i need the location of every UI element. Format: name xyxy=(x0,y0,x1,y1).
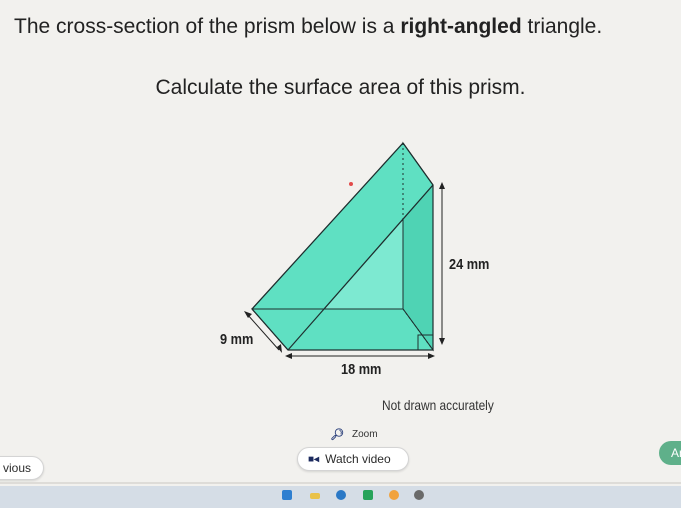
watch-video-label: Watch video xyxy=(325,452,391,466)
watch-video-button[interactable]: ■◂ Watch video xyxy=(297,447,409,471)
zoom-link[interactable]: 🔎︎ Zoom xyxy=(330,428,378,441)
zoom-label: Zoom xyxy=(351,429,378,440)
height-label: 24 mm xyxy=(449,256,490,273)
depth-label: 9 mm xyxy=(220,331,254,348)
previous-button[interactable]: vious xyxy=(0,456,44,480)
footer-divider xyxy=(0,482,681,484)
height-arrowhead-bottom xyxy=(439,338,445,345)
width-arrowhead-left xyxy=(285,353,292,359)
magnifier-icon: 🔎︎ xyxy=(330,429,344,441)
width-label: 18 mm xyxy=(341,361,382,378)
red-dot-marker xyxy=(349,182,353,186)
folder-icon[interactable] xyxy=(310,493,320,499)
height-arrowhead-top xyxy=(439,182,445,189)
answer-button[interactable]: An xyxy=(659,441,681,465)
previous-button-label: vious xyxy=(3,461,32,475)
spreadsheet-icon[interactable] xyxy=(363,490,373,500)
depth-arrowhead-top xyxy=(244,311,252,318)
settings-icon[interactable] xyxy=(414,490,424,500)
video-icon: ■◂ xyxy=(308,453,320,465)
file-explorer-icon[interactable] xyxy=(282,490,292,500)
answer-button-label: An xyxy=(671,446,681,460)
not-drawn-accurately-note: Not drawn accurately xyxy=(382,397,494,413)
chrome-icon[interactable] xyxy=(389,490,399,500)
prism-bottom-face xyxy=(250,308,434,351)
browser-icon[interactable] xyxy=(336,490,346,500)
width-arrowhead-right xyxy=(428,353,435,359)
